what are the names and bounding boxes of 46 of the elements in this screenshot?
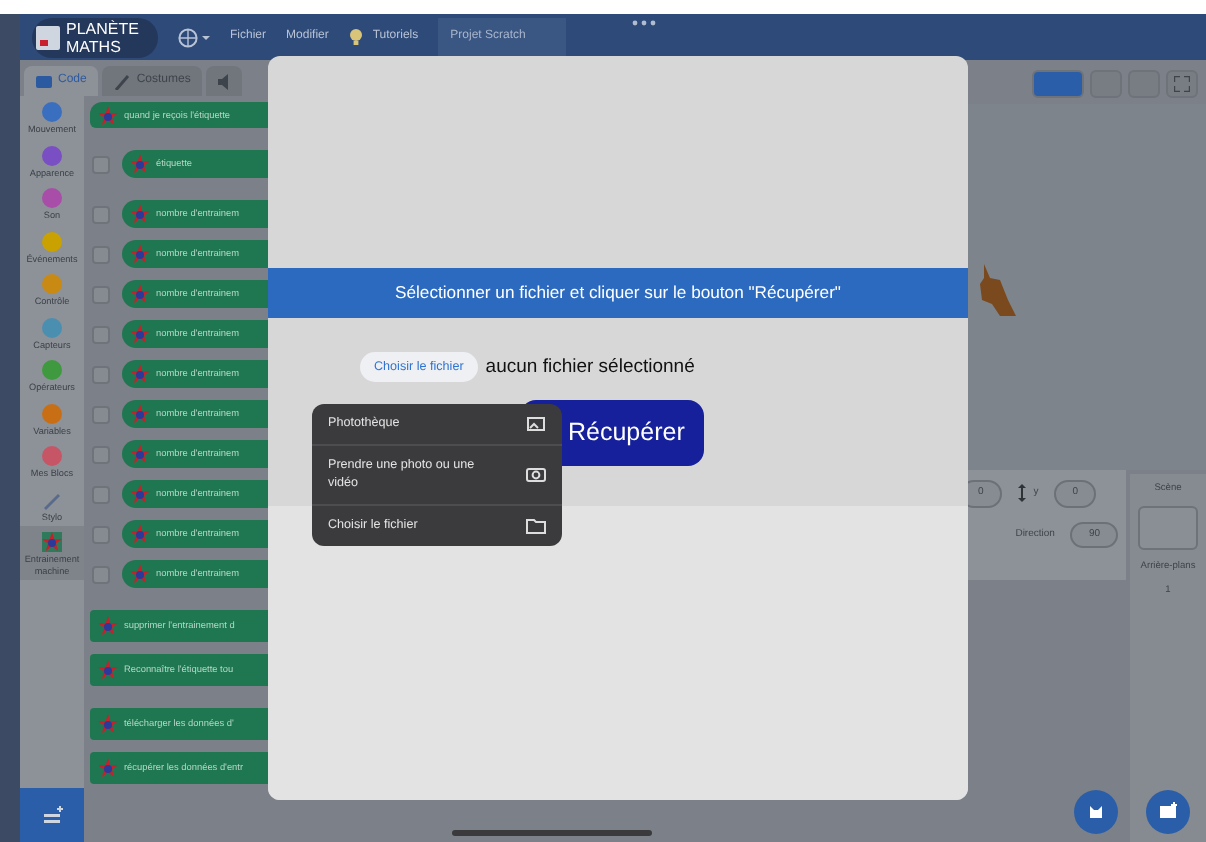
star-icon: [130, 364, 150, 384]
star-icon: [98, 758, 118, 778]
star-icon: [130, 484, 150, 504]
add-extension-button[interactable]: [20, 788, 84, 842]
star-icon: [130, 154, 150, 174]
small-stage-button[interactable]: [1032, 70, 1084, 98]
more-icon[interactable]: [632, 20, 656, 26]
star-icon: [130, 444, 150, 464]
language-menu[interactable]: [178, 27, 210, 47]
folder-icon: [526, 515, 546, 536]
backdrop-thumbnail[interactable]: [1138, 506, 1198, 551]
vertical-arrow-icon: [1017, 484, 1026, 503]
logo-icon: [36, 25, 60, 49]
star-icon: [130, 244, 150, 264]
logo-text: PLANÈTE MATHS: [66, 19, 141, 55]
star-icon: [130, 204, 150, 224]
code-icon: [36, 73, 52, 89]
brush-icon: [114, 73, 131, 89]
globe-icon: [178, 27, 210, 47]
logo[interactable]: PLANÈTE MATHS: [32, 17, 158, 57]
pen-icon: [42, 489, 62, 509]
speaker-icon: [218, 73, 231, 89]
fullscreen-icon: [1174, 76, 1190, 92]
star-icon: [98, 660, 118, 680]
photos-icon: [526, 414, 546, 434]
star-icon: [130, 524, 150, 544]
extension-icon: [42, 532, 62, 552]
star-icon: [130, 284, 150, 304]
star-icon: [130, 564, 150, 584]
cat-icon: [1086, 802, 1106, 822]
add-backdrop-button[interactable]: [1146, 790, 1190, 834]
extension-icon: [41, 805, 63, 825]
sounds-tab[interactable]: [206, 66, 243, 96]
star-icon: [98, 714, 118, 734]
dialog-banner: Sélectionner un fichier et cliquer sur le bouton "Récupérer": [268, 268, 968, 318]
add-sprite-button[interactable]: [1074, 790, 1118, 834]
image-icon: [1158, 802, 1178, 822]
star-icon: [98, 105, 118, 125]
star-icon: [98, 616, 118, 636]
camera-icon: [526, 464, 546, 485]
lightbulb-icon: [348, 28, 365, 46]
fullscreen-button[interactable]: [1166, 70, 1198, 98]
star-icon: [130, 324, 150, 344]
animal-drawing: [976, 260, 1020, 320]
file-status: aucun fichier sélectionné: [485, 353, 695, 382]
star-icon: [130, 404, 150, 424]
